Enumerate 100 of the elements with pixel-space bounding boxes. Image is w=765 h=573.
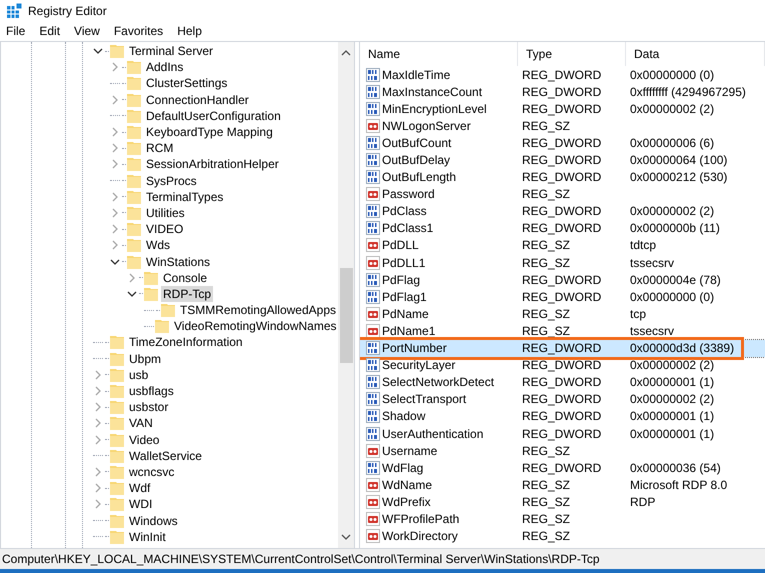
chevron-right-icon[interactable] bbox=[93, 386, 103, 396]
tree-item[interactable]: wcncsvc bbox=[127, 464, 176, 480]
value-row[interactable]: UserAuthentication REG_DWORD 0x00000001 (1) bbox=[360, 424, 765, 442]
value-name: MaxInstanceCount bbox=[382, 84, 482, 101]
value-row[interactable]: WdName REG_SZ Microsoft RDP 8.0 bbox=[360, 476, 765, 494]
value-row[interactable]: WdFlag REG_DWORD 0x00000036 (54) bbox=[360, 459, 765, 476]
chevron-right-icon[interactable] bbox=[110, 240, 120, 250]
value-row[interactable]: PdClass1 REG_DWORD 0x0000000b (11) bbox=[360, 220, 765, 237]
tree-item[interactable]: ConnectionHandler bbox=[144, 92, 251, 108]
chevron-right-icon[interactable] bbox=[110, 127, 120, 138]
chevron-right-icon[interactable] bbox=[110, 159, 120, 170]
value-data: 0x00000002 (2) bbox=[629, 357, 716, 374]
tree-item[interactable]: RDP-Tcp bbox=[161, 286, 214, 302]
chevron-right-icon[interactable] bbox=[110, 208, 120, 218]
column-header[interactable]: Name bbox=[360, 42, 518, 66]
value-row[interactable]: MaxIdleTime REG_DWORD 0x00000000 (0) bbox=[360, 66, 765, 84]
chevron-right-icon[interactable] bbox=[93, 402, 103, 412]
menu-item[interactable]: View bbox=[74, 22, 100, 40]
value-name: WdFlag bbox=[382, 460, 424, 477]
tree-item[interactable]: Wds bbox=[144, 237, 172, 254]
tree-item[interactable]: usbstor bbox=[127, 399, 170, 416]
tree-item[interactable]: Wdf bbox=[127, 480, 152, 496]
value-row[interactable]: SelectTransport REG_DWORD 0x00000002 (2) bbox=[360, 390, 765, 408]
value-row[interactable]: SelectNetworkDetect REG_DWORD 0x00000001 (1) bbox=[360, 374, 765, 391]
value-row[interactable]: WorkDirectory REG_SZ bbox=[360, 528, 765, 545]
chevron-down-icon[interactable] bbox=[93, 46, 103, 56]
tree-item[interactable]: AddIns bbox=[144, 59, 186, 76]
binary-value-icon bbox=[366, 170, 380, 184]
tree-item[interactable]: VideoRemotingWindowNames bbox=[172, 318, 338, 334]
folder-icon bbox=[109, 464, 125, 480]
chevron-right-icon[interactable] bbox=[93, 499, 103, 510]
chevron-right-icon[interactable] bbox=[110, 224, 120, 234]
column-header[interactable]: Data bbox=[626, 42, 765, 66]
tree-item[interactable]: SysProcs bbox=[144, 172, 199, 189]
chevron-right-icon[interactable] bbox=[127, 272, 137, 283]
tree-item[interactable]: Terminal Server bbox=[127, 43, 216, 60]
value-row[interactable]: Shadow REG_DWORD 0x00000001 (1) bbox=[360, 408, 765, 425]
tree-item[interactable]: usbflags bbox=[127, 383, 176, 400]
value-type: REG_SZ bbox=[521, 254, 572, 272]
tree-item[interactable]: Windows bbox=[127, 512, 180, 529]
menu-item[interactable]: Edit bbox=[39, 22, 60, 40]
tree-item[interactable]: ClusterSettings bbox=[144, 75, 230, 92]
value-row[interactable]: SecurityLayer REG_DWORD 0x00000002 (2) bbox=[360, 356, 765, 374]
value-row[interactable]: PdFlag REG_DWORD 0x0000004e (78) bbox=[360, 271, 765, 288]
menu-item[interactable]: Help bbox=[177, 22, 202, 40]
tree-item[interactable]: TSMMRemotingAllowedApps bbox=[178, 302, 338, 318]
chevron-down-icon[interactable] bbox=[127, 288, 137, 299]
value-row[interactable]: NWLogonServer REG_SZ bbox=[360, 117, 765, 134]
scroll-thumb[interactable] bbox=[340, 268, 352, 363]
value-type: REG_DWORD bbox=[521, 357, 602, 374]
chevron-right-icon[interactable] bbox=[110, 143, 120, 154]
value-row[interactable]: MaxInstanceCount REG_DWORD 0xffffffff (4294967295) bbox=[360, 83, 765, 100]
value-row[interactable]: PdDLL REG_SZ tdtcp bbox=[360, 236, 765, 254]
chevron-down-icon[interactable] bbox=[110, 256, 120, 267]
value-row[interactable]: PortNumber REG_DWORD 0x00000d3d (3389) bbox=[360, 340, 765, 357]
tree-item[interactable]: VAN bbox=[127, 415, 155, 432]
value-row[interactable]: PdName1 REG_SZ tssecsrv bbox=[360, 322, 765, 340]
tree-item[interactable]: TerminalTypes bbox=[144, 188, 226, 205]
folder-icon bbox=[109, 43, 125, 60]
value-row[interactable]: WdPrefix REG_SZ RDP bbox=[360, 493, 765, 510]
column-header[interactable]: Type bbox=[518, 42, 626, 66]
chevron-right-icon[interactable] bbox=[93, 434, 103, 445]
value-row[interactable]: PdFlag1 REG_DWORD 0x00000000 (0) bbox=[360, 288, 765, 306]
tree-item[interactable]: KeyboardType Mapping bbox=[144, 124, 275, 140]
value-name: UserAuthentication bbox=[382, 426, 484, 443]
chevron-right-icon[interactable] bbox=[93, 370, 103, 380]
value-row[interactable]: OutBufCount REG_DWORD 0x00000006 (6) bbox=[360, 134, 765, 152]
tree-item[interactable]: WDI bbox=[127, 496, 154, 512]
value-row[interactable]: PdDLL1 REG_SZ tssecsrv bbox=[360, 254, 765, 272]
tree-item[interactable]: WinInit bbox=[127, 528, 168, 545]
tree-item[interactable]: TimeZoneInformation bbox=[127, 334, 245, 350]
chevron-right-icon[interactable] bbox=[110, 94, 120, 105]
value-row[interactable]: OutBufDelay REG_DWORD 0x00000064 (100) bbox=[360, 151, 765, 169]
tree-item[interactable]: WalletService bbox=[127, 448, 204, 464]
chevron-right-icon[interactable] bbox=[110, 62, 120, 72]
scrollbar[interactable] bbox=[338, 42, 354, 548]
chevron-right-icon[interactable] bbox=[93, 466, 103, 477]
value-row[interactable]: OutBufLength REG_DWORD 0x00000212 (530) bbox=[360, 168, 765, 186]
value-row[interactable]: PdName REG_SZ tcp bbox=[360, 305, 765, 322]
chevron-right-icon[interactable] bbox=[93, 418, 103, 428]
tree-item[interactable]: usb bbox=[127, 366, 150, 383]
value-row[interactable]: PdClass REG_DWORD 0x00000002 (2) bbox=[360, 202, 765, 220]
folder-icon bbox=[109, 432, 125, 448]
tree-item[interactable]: VIDEO bbox=[144, 221, 186, 238]
menu-item[interactable]: File bbox=[6, 22, 26, 40]
tree-item[interactable]: Video bbox=[127, 432, 162, 448]
value-row[interactable]: Password REG_SZ bbox=[360, 186, 765, 203]
tree-item[interactable]: RCM bbox=[144, 140, 176, 156]
tree-item[interactable]: WinStations bbox=[144, 254, 212, 270]
tree-item[interactable]: SessionArbitrationHelper bbox=[144, 156, 281, 172]
value-row[interactable]: MinEncryptionLevel REG_DWORD 0x00000002 (2) bbox=[360, 100, 765, 118]
value-row[interactable]: WFProfilePath REG_SZ bbox=[360, 510, 765, 528]
value-row[interactable]: Username REG_SZ bbox=[360, 442, 765, 460]
tree-item[interactable]: Console bbox=[161, 270, 210, 286]
tree-item[interactable]: Utilities bbox=[144, 204, 187, 221]
tree-item[interactable]: DefaultUserConfiguration bbox=[144, 108, 283, 124]
menu-item[interactable]: Favorites bbox=[114, 22, 164, 40]
chevron-right-icon[interactable] bbox=[93, 483, 103, 494]
chevron-right-icon[interactable] bbox=[110, 192, 120, 202]
tree-item[interactable]: Ubpm bbox=[127, 350, 164, 367]
